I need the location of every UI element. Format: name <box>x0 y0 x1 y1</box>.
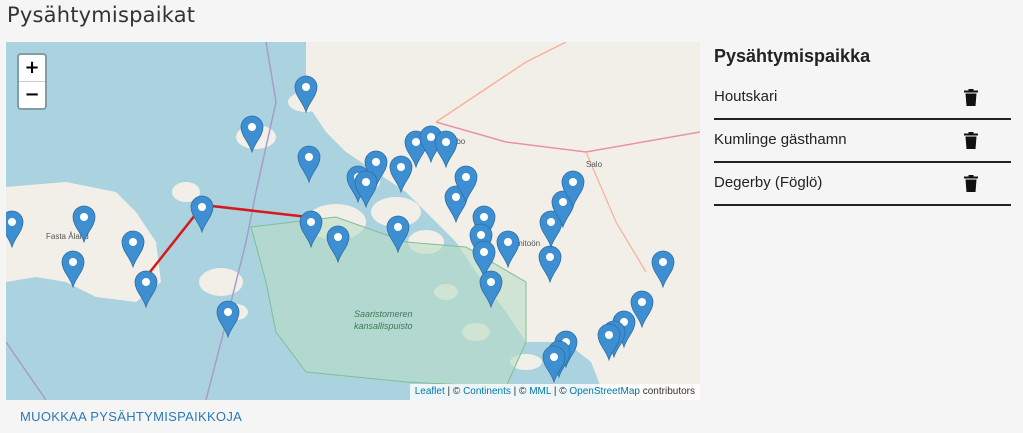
zoom-in-button[interactable]: + <box>19 55 45 82</box>
edit-stops-link[interactable]: MUOKKAA PYSÄHTYMISPAIKKOJA <box>20 409 242 424</box>
leaflet-link[interactable]: Leaflet <box>415 386 445 397</box>
map-attribution: Leaflet | © Continents | © MML | © OpenS… <box>409 384 700 400</box>
place-label: Saaristomeren <box>354 309 413 319</box>
attribution-text: contributors <box>639 386 695 397</box>
stop-row: Houtskari <box>714 77 1011 120</box>
osm-link[interactable]: OpenStreetMap <box>569 386 640 397</box>
map[interactable]: Fasta Åland Kimitoön Salo Åbo Saaristome… <box>6 42 700 400</box>
map-tiles[interactable]: Fasta Åland Kimitoön Salo Åbo Saaristome… <box>6 42 700 400</box>
attribution-text: | © <box>551 386 570 397</box>
mml-link[interactable]: MML <box>529 386 551 397</box>
continents-link[interactable]: Continents <box>463 386 511 397</box>
attribution-text: | © <box>510 386 530 397</box>
panel-title: Pysähtymispaikka <box>714 46 871 66</box>
zoom-control: + − <box>17 53 47 110</box>
page-title: Pysähtymispaikat <box>7 3 196 27</box>
stop-name: Houtskari <box>714 88 778 105</box>
stop-row: Degerby (Föglö) <box>714 163 1011 206</box>
stop-row: Kumlinge gästhamn <box>714 120 1011 163</box>
place-label: kansallispuisto <box>354 321 413 331</box>
trash-icon[interactable] <box>964 132 978 154</box>
stops-panel: Pysähtymispaikka Houtskari Kumlinge gäst… <box>714 44 1011 206</box>
stop-name: Kumlinge gästhamn <box>714 131 847 148</box>
trash-icon[interactable] <box>964 89 978 111</box>
stop-name: Degerby (Föglö) <box>714 174 823 191</box>
attribution-text: | © <box>444 386 464 397</box>
trash-icon[interactable] <box>964 175 978 197</box>
place-label: Salo <box>586 160 603 169</box>
zoom-out-button[interactable]: − <box>19 82 45 108</box>
